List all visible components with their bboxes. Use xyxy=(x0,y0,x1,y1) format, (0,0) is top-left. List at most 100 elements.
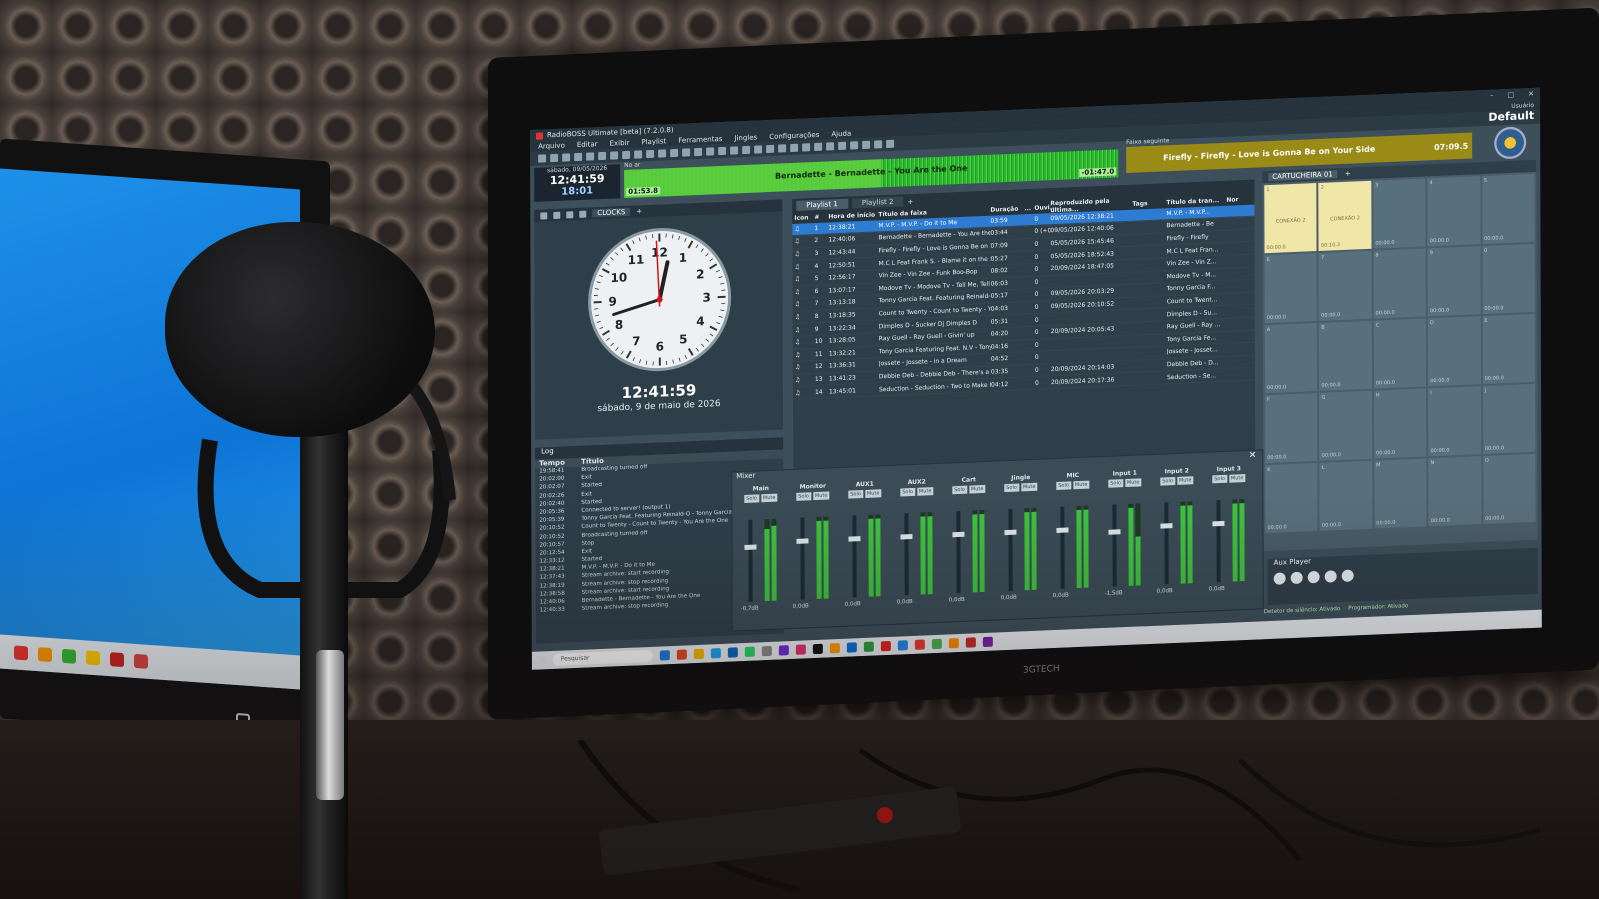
cart-button[interactable]: O 00:00.0 xyxy=(1482,453,1536,525)
add-cart-icon[interactable]: + xyxy=(1345,170,1351,178)
log-col-time[interactable]: Tempo xyxy=(539,458,581,469)
toolbar-button-icon[interactable] xyxy=(850,141,859,150)
taskbar-app-icon[interactable] xyxy=(829,643,840,654)
mute-button[interactable]: Mute xyxy=(760,493,778,503)
log-col-title[interactable]: Título xyxy=(581,449,783,466)
playlist-row[interactable]: ♫ 3 12:43:44 Firefly - Firefly - Love is Go… xyxy=(792,229,1255,262)
solo-button[interactable]: Solo xyxy=(796,492,811,501)
tab-aux-player[interactable]: Aux Player xyxy=(1268,548,1538,569)
fader-handle[interactable] xyxy=(744,544,757,550)
playlist-row[interactable]: ♫ 4 12:50:51 M.C L Feat Frank S. - Blame it… xyxy=(792,242,1255,274)
cart-button[interactable]: A 00:00.0 xyxy=(1264,323,1318,394)
taskbar-app-icon[interactable] xyxy=(880,640,891,652)
solo-button[interactable]: Solo xyxy=(952,485,967,495)
mute-button[interactable]: Mute xyxy=(1072,480,1090,490)
volume-fader[interactable] xyxy=(848,515,861,598)
tab-playlist-1[interactable]: Playlist 1 xyxy=(796,198,848,211)
mute-button[interactable]: Mute xyxy=(1124,478,1142,488)
toolbar-button-icon[interactable] xyxy=(862,140,871,150)
playlist-row[interactable]: ♫ 5 12:56:17 Vin Zee - Vin Zee - Funk Boo-B… xyxy=(792,254,1255,287)
taskbar-app-icon[interactable] xyxy=(965,637,976,648)
menu-ajuda[interactable]: Ajuda xyxy=(831,130,851,139)
record-icon[interactable] xyxy=(553,211,561,219)
volume-fader[interactable] xyxy=(1056,506,1069,589)
mute-button[interactable]: Mute xyxy=(968,484,986,494)
playlist-column-header[interactable]: Tags xyxy=(1132,199,1166,208)
toolbar-button-icon[interactable] xyxy=(838,141,847,151)
log-row[interactable]: 12:33:12 Started xyxy=(535,548,783,567)
volume-fader[interactable] xyxy=(1004,508,1017,591)
cart-button[interactable]: B 00:00.0 xyxy=(1319,320,1372,391)
playlist-column-header[interactable]: Ouvi... xyxy=(1034,203,1056,211)
cart-button[interactable]: 6 00:00.0 xyxy=(1264,253,1318,324)
tab-clocks[interactable]: CLOCKS xyxy=(592,207,631,218)
solo-button[interactable]: Solo xyxy=(848,490,863,499)
cart-button[interactable]: D 00:00.0 xyxy=(1427,316,1481,387)
volume-fader[interactable] xyxy=(1212,500,1225,583)
taskbar-app-icon[interactable] xyxy=(863,641,874,653)
loop-icon[interactable] xyxy=(1341,569,1354,582)
volume-fader[interactable] xyxy=(900,513,913,596)
toolbar-button-icon[interactable] xyxy=(574,152,583,162)
menu-configuracoes[interactable]: Configurações xyxy=(769,131,819,141)
fader-handle[interactable] xyxy=(1108,528,1121,535)
fader-handle[interactable] xyxy=(1056,526,1069,533)
toolbar-button-icon[interactable] xyxy=(742,145,751,155)
log-row[interactable]: 20:10:52 Count to Twenty - Count to Twent… xyxy=(535,516,783,535)
mute-button[interactable]: Mute xyxy=(916,487,934,496)
cart-button[interactable]: I 00:00.0 xyxy=(1428,386,1481,457)
mute-button[interactable]: Mute xyxy=(812,491,830,501)
cart-button[interactable]: 1 CONEXÃO 2 00:00.0 xyxy=(1264,183,1317,254)
toolbar-button-icon[interactable] xyxy=(610,151,619,160)
volume-fader[interactable] xyxy=(796,517,809,600)
toolbar-button-icon[interactable] xyxy=(874,140,883,149)
playlist-row[interactable]: ♫ 12 13:36:31 Jossete - Jossete - in a Drea… xyxy=(792,342,1255,375)
fader-handle[interactable] xyxy=(900,533,913,539)
cart-button[interactable]: 9 00:00.0 xyxy=(1427,246,1481,317)
tab-log[interactable]: Log xyxy=(535,437,784,460)
toolbar-button-icon[interactable] xyxy=(766,144,775,154)
taskbar-app-icon[interactable] xyxy=(931,638,942,650)
log-row[interactable]: 12:38:21 M.V.P. - M.V.P. - Do it to Me xyxy=(536,557,784,576)
pause-icon[interactable] xyxy=(1290,571,1303,585)
log-row[interactable]: 20:10:57 Stop xyxy=(535,532,783,551)
mixer-close-icon[interactable]: ✕ xyxy=(1249,451,1257,461)
mute-button[interactable]: Mute xyxy=(1176,476,1194,485)
log-row[interactable]: 20:02:26 Exit xyxy=(535,483,783,502)
toolbar-button-icon[interactable] xyxy=(814,142,823,152)
taskbar-app-icon[interactable] xyxy=(659,650,670,661)
taskbar-app-icon[interactable] xyxy=(948,638,959,649)
cart-button[interactable]: 2 CONEXÃO 2 00:10.3 xyxy=(1318,180,1372,251)
toolbar-button-icon[interactable] xyxy=(562,153,571,162)
playlist-row[interactable]: ♫ 7 13:13:18 Tonny Garcia Feat. Featuring R… xyxy=(792,279,1255,312)
playlist-column-header[interactable]: Hora de início xyxy=(828,211,878,220)
toolbar-button-icon[interactable] xyxy=(598,151,607,161)
solo-button[interactable]: Solo xyxy=(1212,474,1227,484)
document-icon[interactable] xyxy=(566,210,574,218)
cart-button[interactable]: M 00:00.0 xyxy=(1374,458,1427,529)
log-row[interactable]: 12:40:06 Bernadette - Bernadette - You Ar… xyxy=(536,589,784,608)
playlist-row[interactable]: ♫ 11 13:32:21 Tony Garcia Featuring Feat. N… xyxy=(792,330,1255,363)
stop-icon[interactable] xyxy=(1307,570,1320,584)
log-row[interactable]: 19:58:41 Broadcasting turned off xyxy=(535,458,783,477)
maximize-icon[interactable]: □ xyxy=(1508,91,1515,99)
log-row[interactable]: 20:05:39 Tonny Garcia Feat. Featuring Rei… xyxy=(535,508,783,527)
log-row[interactable]: 20:02:40 Started xyxy=(535,491,783,510)
play-icon[interactable] xyxy=(1273,572,1286,585)
toolbar-button-icon[interactable] xyxy=(694,147,703,157)
log-row[interactable]: 20:10:52 Broadcasting turned off xyxy=(535,524,783,543)
onair-waveform[interactable]: Bernadette - Bernadette - You Are the On… xyxy=(624,149,1119,199)
toolbar-button-icon[interactable] xyxy=(550,153,559,163)
cart-button[interactable]: 8 00:00.0 xyxy=(1373,248,1426,319)
cart-button[interactable]: 5 00:00.0 xyxy=(1481,173,1535,245)
start-icon[interactable]: ⊞ xyxy=(540,656,546,664)
menu-jingles[interactable]: Jingles xyxy=(734,133,757,142)
toolbar-button-icon[interactable] xyxy=(706,147,715,156)
grid-icon[interactable] xyxy=(579,210,587,218)
toolbar-button-icon[interactable] xyxy=(646,149,655,159)
toolbar-button-icon[interactable] xyxy=(790,143,799,153)
log-row[interactable]: 20:02:07 Started xyxy=(535,475,783,494)
taskbar-app-icon[interactable] xyxy=(982,636,993,648)
toolbar-button-icon[interactable] xyxy=(718,146,727,156)
playlist-row[interactable]: ♫ 9 13:22:34 Dimples D - Sucker Dj Dimples … xyxy=(792,304,1255,337)
